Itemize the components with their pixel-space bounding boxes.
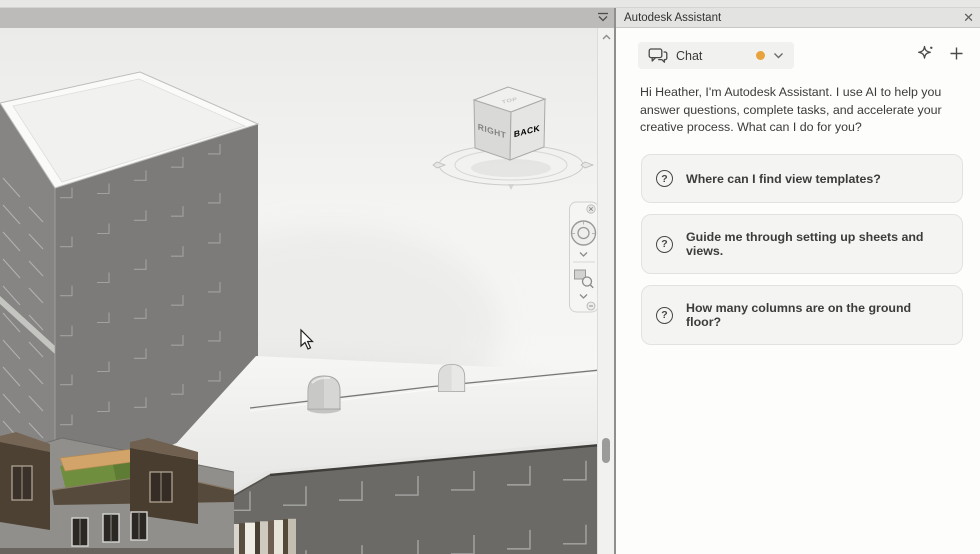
collapse-panel-icon[interactable] bbox=[594, 11, 612, 25]
suggestion-cards: ? Where can I find view templates? ? Gui… bbox=[641, 154, 963, 346]
question-icon: ? bbox=[656, 235, 673, 253]
plus-icon bbox=[950, 47, 963, 59]
roof-vent-right bbox=[438, 364, 466, 392]
suggestion-card-view-templates[interactable]: ? Where can I find view templates? bbox=[641, 154, 963, 204]
new-chat-button[interactable] bbox=[949, 46, 964, 66]
chevron-down-icon bbox=[774, 53, 783, 59]
chat-bubbles-icon bbox=[648, 48, 668, 63]
scroll-up-arrow-icon[interactable] bbox=[600, 31, 613, 44]
suggestion-card-columns[interactable]: ? How many columns are on the ground flo… bbox=[641, 285, 963, 346]
panel-title: Autodesk Assistant bbox=[624, 11, 722, 24]
suggestion-label: Guide me through setting up sheets and v… bbox=[686, 230, 924, 259]
roof-vent-left bbox=[307, 375, 341, 414]
ai-sparkle-button[interactable] bbox=[917, 45, 934, 67]
navbar-options-icon[interactable] bbox=[586, 301, 596, 311]
panel-titlebar: Autodesk Assistant ✕ bbox=[616, 8, 980, 28]
suggestion-label: How many columns are on the ground floor… bbox=[686, 301, 912, 330]
assistant-body: Chat Hi Heather, I'm Autodesk Assistant.… bbox=[616, 42, 980, 346]
navbar-close-icon[interactable] bbox=[586, 204, 596, 214]
viewcube[interactable]: TOP RIGHT BACK bbox=[471, 86, 551, 177]
window-top-strip bbox=[0, 0, 980, 8]
scrollbar-thumb[interactable] bbox=[602, 438, 610, 463]
chat-status-dot bbox=[756, 51, 765, 60]
chat-mode-label: Chat bbox=[676, 48, 703, 63]
assistant-actions bbox=[917, 45, 966, 67]
assistant-toolbar: Chat bbox=[638, 42, 966, 69]
question-icon: ? bbox=[656, 306, 673, 324]
navigation-bar[interactable] bbox=[569, 201, 598, 313]
assistant-greeting: Hi Heather, I'm Autodesk Assistant. I us… bbox=[640, 85, 942, 135]
3d-model-viewport[interactable]: TOP RIGHT BACK bbox=[0, 28, 597, 554]
sparkle-icon bbox=[918, 45, 933, 59]
close-icon[interactable]: ✕ bbox=[963, 9, 974, 26]
suggestion-label: Where can I find view templates? bbox=[686, 171, 881, 186]
chat-mode-selector[interactable]: Chat bbox=[638, 42, 794, 69]
question-icon: ? bbox=[656, 170, 673, 188]
balcony-louver-stripes bbox=[230, 518, 296, 554]
revit-window: TOP RIGHT BACK Autodesk Assistant ✕ Chat… bbox=[0, 0, 980, 554]
steering-wheel-button[interactable] bbox=[570, 220, 597, 246]
viewport-vertical-scrollbar[interactable] bbox=[597, 28, 614, 554]
autodesk-assistant-panel: Autodesk Assistant ✕ Chat Hi Heather, I'… bbox=[614, 8, 980, 554]
suggestion-card-sheets-views[interactable]: ? Guide me through setting up sheets and… bbox=[641, 214, 963, 275]
viewport-header-bar bbox=[0, 8, 614, 28]
